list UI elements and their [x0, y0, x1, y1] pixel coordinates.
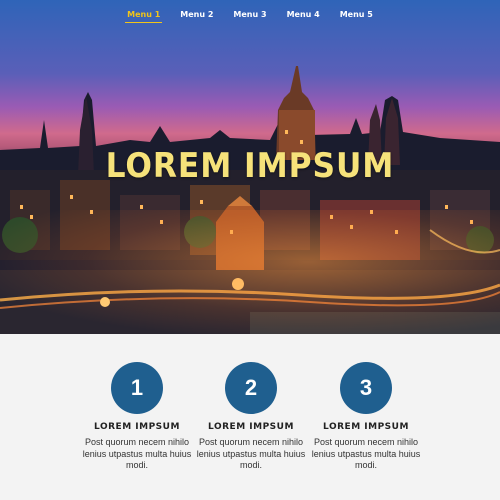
feature-title: LOREM IMPSUM — [208, 422, 294, 432]
feature-text: Post quorum necem nihilo lenius utpastus… — [196, 437, 306, 470]
feature-title: LOREM IMPSUM — [323, 422, 409, 432]
feature-number-badge: 3 — [340, 362, 392, 414]
feature-title: LOREM IMPSUM — [94, 422, 180, 432]
nav-item-menu-1[interactable]: Menu 1 — [125, 8, 163, 23]
features-section: 1 LOREM IMPSUM Post quorum necem nihilo … — [0, 334, 500, 500]
nav-item-menu-3[interactable]: Menu 3 — [231, 8, 268, 23]
feature-card-2: 2 LOREM IMPSUM Post quorum necem nihilo … — [186, 362, 316, 472]
nav-item-menu-5[interactable]: Menu 5 — [338, 8, 375, 23]
feature-card-1: 1 LOREM IMPSUM Post quorum necem nihilo … — [72, 362, 202, 472]
city-lights-glow — [0, 210, 500, 334]
nav-item-menu-2[interactable]: Menu 2 — [178, 8, 215, 23]
hero-title: LOREM IMPSUM — [105, 146, 395, 186]
hero-section: Menu 1 Menu 2 Menu 3 Menu 4 Menu 5 LOREM… — [0, 0, 500, 334]
nav-item-menu-4[interactable]: Menu 4 — [285, 8, 322, 23]
feature-text: Post quorum necem nihilo lenius utpastus… — [82, 437, 192, 470]
main-nav: Menu 1 Menu 2 Menu 3 Menu 4 Menu 5 — [0, 8, 500, 23]
feature-number-badge: 2 — [225, 362, 277, 414]
feature-card-3: 3 LOREM IMPSUM Post quorum necem nihilo … — [301, 362, 431, 472]
feature-text: Post quorum necem nihilo lenius utpastus… — [311, 437, 421, 470]
feature-number-badge: 1 — [111, 362, 163, 414]
